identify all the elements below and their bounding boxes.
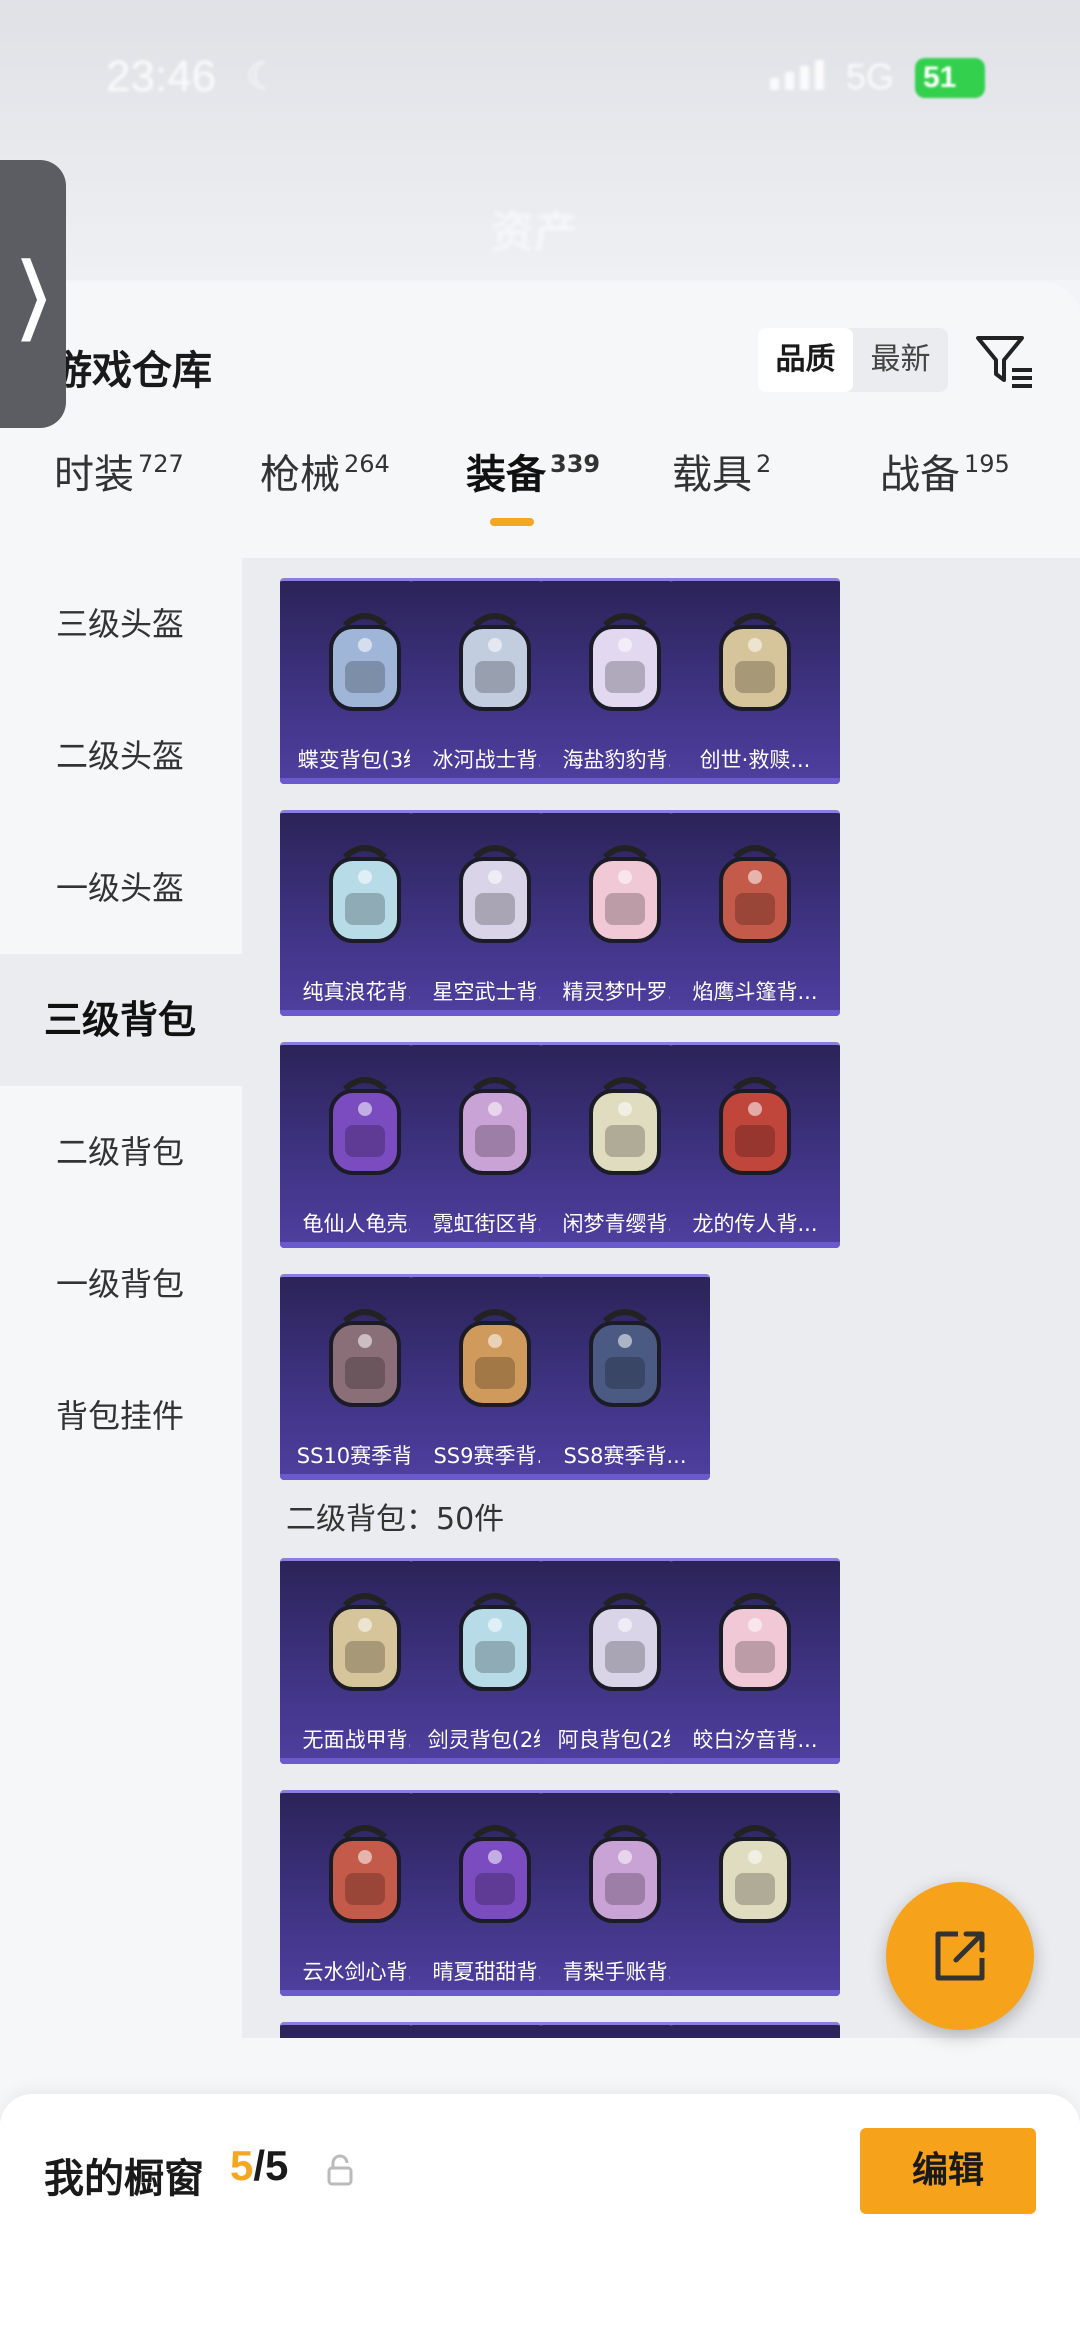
- tab-count: 2: [756, 450, 772, 478]
- showcase-current: 5: [230, 2142, 254, 2189]
- backpack-icon: [719, 1593, 791, 1691]
- backpack-icon: [329, 845, 401, 943]
- tab-label: 载具: [672, 452, 752, 498]
- subcategory-helmet-3[interactable]: 三级头盔: [0, 558, 242, 690]
- rarity-stripe: [670, 1242, 840, 1248]
- edit-button[interactable]: 编辑: [860, 2128, 1036, 2214]
- backpack-icon: [589, 1077, 661, 1175]
- tab-count: 727: [138, 450, 184, 478]
- subcategory-backpack-1[interactable]: 一级背包: [0, 1218, 242, 1350]
- tab-weapons[interactable]: 枪械 264: [260, 442, 390, 500]
- battery-icon: 51: [915, 58, 985, 98]
- showcase-total: /5: [253, 2142, 289, 2189]
- lock-icon: [327, 2154, 353, 2186]
- subcategory-list: 三级头盔 二级头盔 一级头盔 三级背包 二级背包 一级背包 背包挂件: [0, 558, 242, 2338]
- backpack-icon: [459, 1309, 531, 1407]
- tab-label: 装备: [466, 452, 546, 498]
- backpack-icon: [329, 1077, 401, 1175]
- subcategory-backpack-2[interactable]: 二级背包: [0, 1086, 242, 1218]
- share-icon: [935, 1931, 985, 1981]
- tab-count: 195: [964, 450, 1010, 478]
- item-card[interactable]: 创世·救赎...: [670, 578, 840, 784]
- backpack-icon: [589, 613, 661, 711]
- backpack-icon: [459, 1825, 531, 1923]
- tab-label: 时装: [54, 452, 134, 498]
- item-name: 创世·救赎...: [699, 748, 811, 772]
- item-card[interactable]: 焰鹰斗篷背...: [670, 810, 840, 1016]
- backpack-icon: [329, 613, 401, 711]
- backpack-icon: [459, 845, 531, 943]
- backpack-icon: [459, 613, 531, 711]
- item-grid: 二级背包：50件 蝶变背包(3级) 冰河战士背... 海盐豹豹背... 创世·救赎..…: [242, 558, 1080, 2038]
- rarity-stripe: [670, 1990, 840, 1996]
- item-card[interactable]: [670, 2022, 840, 2038]
- item-card[interactable]: SS8赛季背...: [540, 1274, 710, 1480]
- backpack-icon: [719, 845, 791, 943]
- backpack-icon: [589, 1593, 661, 1691]
- filter-icon[interactable]: [974, 330, 1034, 390]
- backpack-icon: [589, 1825, 661, 1923]
- subcategory-backpack-pendant[interactable]: 背包挂件: [0, 1350, 242, 1482]
- signal-icon: [770, 60, 824, 90]
- backpack-icon: [719, 1077, 791, 1175]
- backpack-icon: [719, 613, 791, 711]
- rarity-stripe: [670, 778, 840, 784]
- chevron-right-icon: ❭: [6, 245, 60, 343]
- rarity-stripe: [670, 1010, 840, 1016]
- category-tabs: 时装 727 枪械 264 装备 339 载具 2 战备 195: [0, 442, 1080, 532]
- page-title: 资产: [490, 207, 578, 258]
- showcase-bar: 我的橱窗 5/5 编辑: [0, 2094, 1080, 2341]
- sort-newest[interactable]: 最新: [853, 328, 948, 392]
- warehouse-panel: 游戏仓库 品质 最新 时装 727 枪械 264 装备 339 载具 2 战备 195 三…: [0, 282, 1080, 2341]
- tab-vehicles[interactable]: 载具 2: [672, 442, 771, 500]
- subcategory-helmet-2[interactable]: 二级头盔: [0, 690, 242, 822]
- backpack-icon: [459, 1077, 531, 1175]
- showcase-title: 我的橱窗: [44, 2156, 204, 2202]
- backpack-icon: [459, 1593, 531, 1691]
- rarity-stripe: [540, 1474, 710, 1480]
- section-label: 二级背包：50件: [286, 1502, 505, 1537]
- tab-label: 战备: [880, 452, 960, 498]
- item-name: 龙的传人背...: [692, 1212, 818, 1236]
- tab-count: 339: [550, 450, 601, 478]
- active-tab-indicator: [490, 518, 534, 526]
- item-name: SS8赛季背...: [563, 1444, 687, 1468]
- tab-fashion[interactable]: 时装 727: [54, 442, 184, 500]
- tab-label: 枪械: [260, 452, 340, 498]
- item-name: 皎白汐音背...: [692, 1728, 818, 1752]
- showcase-count: 5/5: [230, 2142, 288, 2190]
- drawer-handle[interactable]: ❭: [0, 160, 66, 428]
- tab-equipment[interactable]: 装备 339: [466, 442, 600, 500]
- sort-toggle[interactable]: 品质 最新: [758, 328, 948, 392]
- sort-quality[interactable]: 品质: [758, 328, 853, 392]
- item-card[interactable]: [670, 1790, 840, 1996]
- backpack-icon: [329, 1593, 401, 1691]
- item-name: 焰鹰斗篷背...: [692, 980, 818, 1004]
- status-bar: 23:46 ☾ 5G 51 资产: [0, 0, 1080, 280]
- rarity-stripe: [670, 1758, 840, 1764]
- backpack-icon: [329, 1825, 401, 1923]
- item-card[interactable]: 皎白汐音背...: [670, 1558, 840, 1764]
- backpack-icon: [719, 1825, 791, 1923]
- item-card[interactable]: 龙的传人背...: [670, 1042, 840, 1248]
- warehouse-title: 游戏仓库: [52, 348, 212, 394]
- status-time: 23:46: [106, 52, 217, 101]
- share-button[interactable]: [886, 1882, 1034, 2030]
- tab-count: 264: [344, 450, 390, 478]
- backpack-icon: [589, 845, 661, 943]
- subcategory-helmet-1[interactable]: 一级头盔: [0, 822, 242, 954]
- backpack-icon: [329, 1309, 401, 1407]
- tab-supplies[interactable]: 战备 195: [880, 442, 1010, 500]
- subcategory-backpack-3[interactable]: 三级背包: [0, 954, 242, 1086]
- backpack-icon: [589, 1309, 661, 1407]
- network-label: 5G: [846, 56, 895, 97]
- moon-icon: ☾: [246, 54, 281, 98]
